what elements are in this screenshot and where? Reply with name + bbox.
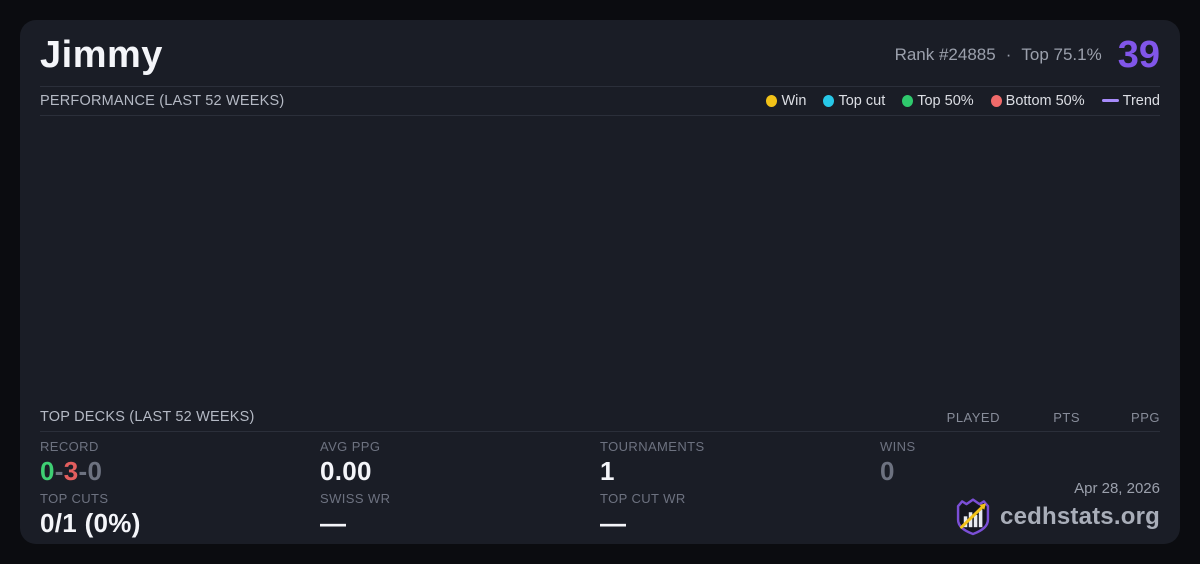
performance-chart-area xyxy=(40,116,1160,404)
header-right: Rank #24885 · Top 75.1% 39 xyxy=(895,36,1160,74)
brand-lockup: cedhstats.org xyxy=(955,498,1160,536)
bottom50-dot-icon xyxy=(990,94,1002,107)
score-badge: 39 xyxy=(1117,34,1160,77)
top-decks-column-headers: PLAYED PTS PPG xyxy=(920,410,1160,425)
legend-item-bottom50: Bottom 50% xyxy=(990,92,1085,109)
stat-swiss-wr: SWISS WR — xyxy=(320,491,600,543)
page-title: Jimmy xyxy=(40,34,163,76)
stat-tournaments-label: TOURNAMENTS xyxy=(600,438,705,454)
stat-avg-ppg: AVG PPG 0.00 xyxy=(320,439,600,491)
stat-record-label: RECORD xyxy=(40,438,99,454)
stat-top-cut-wr: TOP CUT WR — xyxy=(600,491,880,543)
stat-top-cuts: TOP CUTS 0/1 (0%) xyxy=(40,491,320,543)
stat-avg-ppg-label: AVG PPG xyxy=(320,438,381,454)
stat-record: RECORD 0-3-0 xyxy=(40,439,320,491)
legend-label-top-cut: Top cut xyxy=(838,92,886,109)
top50-dot-icon xyxy=(902,94,914,107)
player-stats-card: Jimmy Rank #24885 · Top 75.1% 39 PERFORM… xyxy=(20,20,1180,544)
chart-legend: Win Top cut Top 50% Bottom 50% Trend xyxy=(766,93,1160,109)
trend-line-icon xyxy=(1101,99,1119,103)
percentile-label: Top 75.1% xyxy=(1021,45,1102,65)
cedhstats-logo-icon xyxy=(956,498,990,536)
top-decks-section-title: TOP DECKS (LAST 52 WEEKS) xyxy=(40,409,255,426)
record-sep1: - xyxy=(54,455,64,486)
stat-swiss-wr-label: SWISS WR xyxy=(320,490,391,506)
record-wins: 0 xyxy=(40,455,55,486)
stat-avg-ppg-value: 0.00 xyxy=(320,455,372,486)
brand-name: cedhstats.org xyxy=(1000,503,1160,530)
stat-top-cuts-value: 0/1 (0%) xyxy=(40,507,141,538)
column-header-pts: PTS xyxy=(1053,409,1080,425)
record-losses: 3 xyxy=(63,455,79,486)
top-cut-dot-icon xyxy=(823,94,835,107)
column-header-ppg: PPG xyxy=(1131,409,1160,425)
stat-swiss-wr-value: — xyxy=(320,507,347,538)
rank-label: Rank #24885 xyxy=(894,45,996,65)
legend-label-trend: Trend xyxy=(1122,92,1160,109)
record-draws: 0 xyxy=(87,455,103,486)
legend-item-trend: Trend xyxy=(1101,92,1160,109)
rank-separator-dot: · xyxy=(1005,45,1012,65)
stat-top-cut-wr-value: — xyxy=(600,507,627,538)
legend-item-win: Win xyxy=(766,93,806,109)
generated-date: Apr 28, 2026 xyxy=(1074,480,1160,497)
column-header-played: PLAYED xyxy=(946,409,1000,425)
stat-wins-label: WINS xyxy=(880,438,916,454)
card-header: Jimmy Rank #24885 · Top 75.1% 39 xyxy=(40,20,1160,87)
performance-section-title: PERFORMANCE (LAST 52 WEEKS) xyxy=(40,92,285,109)
stat-tournaments: TOURNAMENTS 1 xyxy=(600,439,880,491)
legend-item-top-cut: Top cut xyxy=(823,93,885,109)
stat-record-value: 0-3-0 xyxy=(40,455,320,486)
stat-top-cuts-label: TOP CUTS xyxy=(40,490,109,506)
win-dot-icon xyxy=(766,94,778,107)
footer: Apr 28, 2026 cedhstats.org xyxy=(955,480,1160,536)
rank-info: Rank #24885 · Top 75.1% xyxy=(895,45,1102,65)
legend-label-bottom50: Bottom 50% xyxy=(1005,92,1085,109)
top-decks-section-header: TOP DECKS (LAST 52 WEEKS) PLAYED PTS PPG xyxy=(40,404,1160,432)
stat-tournaments-value: 1 xyxy=(600,455,615,486)
legend-item-top50: Top 50% xyxy=(902,92,974,109)
legend-label-top50: Top 50% xyxy=(917,92,974,109)
legend-label-win: Win xyxy=(781,92,807,109)
stat-top-cut-wr-label: TOP CUT WR xyxy=(600,490,686,506)
performance-section-header: PERFORMANCE (LAST 52 WEEKS) Win Top cut … xyxy=(40,87,1160,116)
